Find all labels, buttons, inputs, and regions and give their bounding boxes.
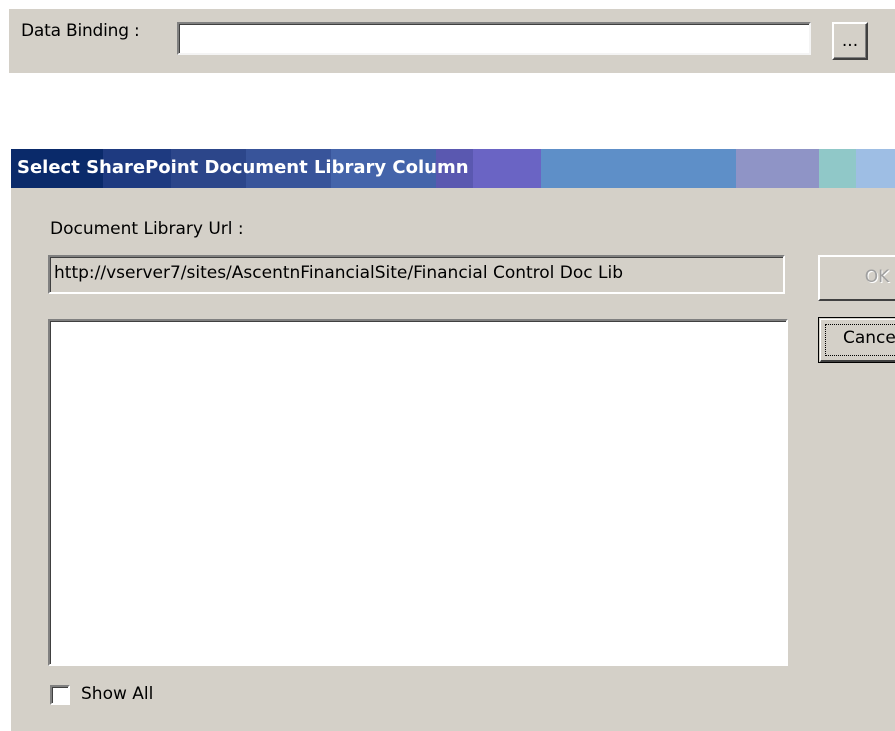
dialog-titlebar[interactable]: Select SharePoint Document Library Colum…: [11, 149, 895, 188]
data-binding-input[interactable]: [177, 22, 811, 55]
show-all-label: Show All: [81, 684, 154, 704]
data-binding-panel: Data Binding : ...: [9, 9, 895, 73]
column-list[interactable]: [48, 319, 788, 666]
dialog-title: Select SharePoint Document Library Colum…: [17, 157, 469, 178]
browse-button[interactable]: ...: [832, 22, 868, 60]
cancel-button[interactable]: Cancel: [818, 317, 895, 363]
ok-button: OK: [818, 255, 895, 301]
select-column-dialog: Select SharePoint Document Library Colum…: [9, 147, 895, 731]
document-library-url-label: Document Library Url :: [50, 219, 244, 239]
show-all-checkbox[interactable]: [50, 685, 70, 705]
document-library-url-field: http://vserver7/sites/AscentnFinancialSi…: [48, 255, 785, 294]
cancel-button-label: Cancel: [843, 328, 895, 348]
data-binding-label: Data Binding :: [21, 21, 140, 41]
